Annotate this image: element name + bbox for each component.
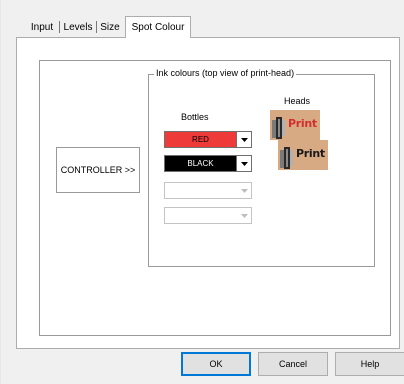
print-head-1: Print (270, 110, 320, 140)
heads-label: Heads (284, 96, 311, 106)
print-head-1-text: Print (288, 117, 317, 130)
ink-colours-group-title: Ink colours (top view of print-head) (154, 68, 297, 78)
chevron-down-icon[interactable] (236, 183, 251, 198)
tab-size[interactable]: Size (99, 18, 121, 36)
bottle-1-select[interactable]: RED (164, 131, 252, 148)
bottle-3-value (165, 183, 236, 198)
controller-button[interactable]: CONTROLLER >> (56, 147, 140, 193)
bottle-3-select[interactable] (164, 182, 252, 199)
help-button[interactable]: Help (335, 352, 404, 376)
bottle-1-value: RED (165, 132, 236, 147)
bottles-label: Bottles (181, 112, 209, 122)
tab-separator (59, 21, 60, 33)
tab-input[interactable]: Input (29, 18, 55, 36)
chevron-down-icon[interactable] (236, 132, 251, 147)
print-head-2: Print (278, 140, 328, 170)
ok-button[interactable]: OK (181, 352, 251, 376)
bottle-2-select[interactable]: BLACK (164, 155, 252, 172)
cancel-button[interactable]: Cancel (258, 352, 328, 376)
bottle-4-value (165, 208, 236, 223)
tab-page-spot-colour: CONTROLLER >> Ink colours (top view of p… (16, 37, 400, 349)
title-strip (1, 0, 404, 16)
tab-spot-colour[interactable]: Spot Colour (125, 16, 191, 38)
tab-separator (96, 21, 97, 33)
chevron-down-icon[interactable] (236, 208, 251, 223)
spot-colour-dialog: Input Levels Size Spot Colour CONTROLLER… (0, 0, 404, 384)
bottle-4-select[interactable] (164, 207, 252, 224)
chevron-down-icon[interactable] (236, 156, 251, 171)
tab-levels[interactable]: Levels (63, 18, 93, 36)
bottle-2-value: BLACK (165, 156, 236, 171)
print-head-2-text: Print (296, 147, 325, 160)
